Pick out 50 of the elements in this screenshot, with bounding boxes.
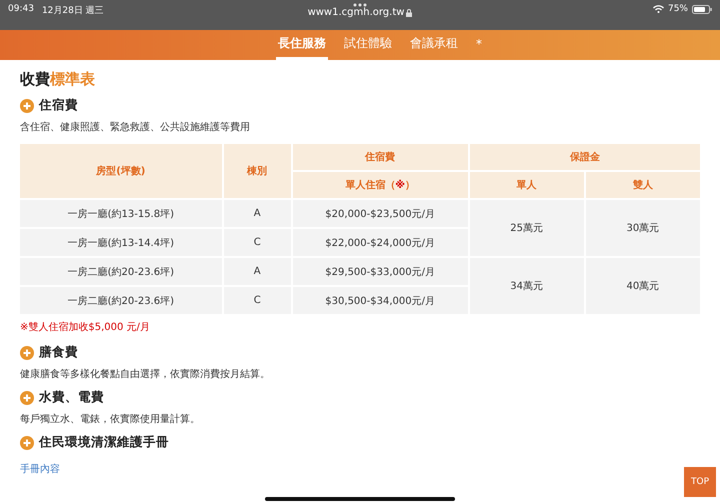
table-cell: $30,500-$34,000元/月 — [292, 287, 468, 314]
table-cell: $22,000-$24,000元/月 — [292, 229, 468, 256]
table-cell: $20,000-$23,500元/月 — [292, 200, 468, 227]
manual-link[interactable]: 手冊內容 — [20, 464, 60, 475]
plus-circle-icon — [20, 390, 34, 404]
header-cell: 單人住宿（※） — [292, 172, 468, 198]
table-cell: 一房二廳(約20-23.6坪) — [20, 258, 222, 285]
nav-tab[interactable]: 長住服務 — [276, 30, 328, 60]
table-cell: 25萬元 — [470, 200, 584, 256]
note-text: ※雙人住宿加收$5,000 元/月 — [20, 320, 151, 334]
section-title: 住宿費 — [39, 97, 78, 114]
table-cell: 34萬元 — [470, 258, 584, 314]
more-icon — [353, 3, 367, 7]
url-text[interactable]: www1.cgmh.org.tw — [308, 7, 412, 18]
header-cell: 棟別 — [224, 144, 291, 198]
table-cell: 一房二廳(約20-23.6坪) — [20, 287, 222, 314]
plus-circle-icon — [20, 98, 34, 112]
section-title: 住民環境清潔維護手冊 — [39, 434, 169, 451]
plus-circle-icon — [20, 346, 34, 360]
section-text: 健康膳食等多樣化餐點自由選擇，依實際消費按月結算。 — [20, 368, 271, 381]
section-title: 水費、電費 — [39, 389, 104, 406]
wifi-icon — [652, 5, 664, 13]
table-cell: 40萬元 — [586, 258, 700, 314]
section-text: 每戶獨立水、電錶，依實際使用量計算。 — [20, 412, 201, 426]
lock-icon — [406, 8, 412, 16]
section-text: 含住宿、健康照護、緊急救護、公共設施維護等費用 — [20, 120, 251, 134]
status-time: 09:43 — [8, 4, 34, 16]
table-cell: 一房一廳(約13-14.4坪) — [20, 229, 222, 256]
table-cell: A — [224, 200, 291, 227]
header-cell: 保證金 — [470, 144, 700, 170]
table-cell: $29,500-$33,000元/月 — [292, 258, 468, 285]
header-cell: 單人 — [470, 172, 584, 198]
table-cell: 一房一廳(約13-15.8坪) — [20, 200, 222, 227]
table-cell: 30萬元 — [586, 200, 700, 256]
table-cell: C — [224, 287, 291, 314]
nav-tab[interactable]: 會議承租 — [408, 30, 460, 60]
nav-tab[interactable]: 試住體驗 — [342, 30, 394, 60]
status-date: 12月28日 週三 — [42, 4, 104, 17]
section-title: 膳食費 — [39, 344, 78, 361]
battery-text: 75% — [668, 4, 688, 14]
header-cell: 房型(坪數) — [20, 144, 222, 198]
nav-tab[interactable]: * — [474, 30, 484, 60]
plus-circle-icon — [20, 436, 34, 450]
battery-icon — [692, 4, 712, 14]
back-to-top-button[interactable]: TOP — [684, 467, 716, 497]
table-cell: C — [224, 229, 291, 256]
page-title: 收費標準表 — [20, 70, 96, 89]
header-cell: 雙人 — [586, 172, 700, 198]
header-cell: 住宿費 — [292, 144, 468, 170]
table-cell: A — [224, 258, 291, 285]
